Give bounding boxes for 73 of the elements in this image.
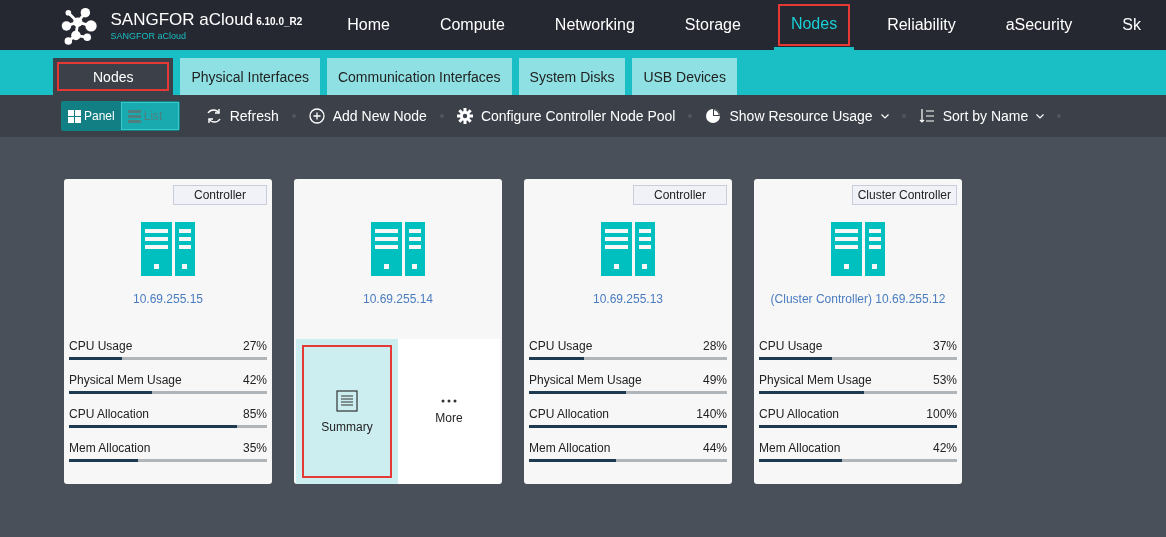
toolbar-button[interactable]: Configure Controller Node Pool xyxy=(456,108,676,124)
nav-item[interactable]: Sk xyxy=(1105,0,1158,50)
toolbar-button[interactable]: Sort by Name xyxy=(918,108,1045,124)
tab[interactable]: USB Devices xyxy=(632,58,737,95)
card-action-button[interactable]: Summary xyxy=(296,339,398,484)
nav-item[interactable]: Compute xyxy=(422,0,522,50)
stat-label: Physical Mem Usage xyxy=(529,373,642,387)
stat-value: 100% xyxy=(926,407,957,421)
stat-value: 27% xyxy=(242,339,267,353)
card-action-button[interactable]: More xyxy=(398,339,500,484)
nav-item[interactable]: Reliability xyxy=(870,0,973,50)
nav-item[interactable]: Home xyxy=(330,0,407,50)
role-badge: Cluster Controller xyxy=(851,185,957,205)
stat-value: 35% xyxy=(242,441,267,455)
node-ip-link[interactable]: 10.69.255.14 xyxy=(362,292,434,306)
sort-icon xyxy=(918,108,935,124)
list-icon xyxy=(127,109,141,123)
tab[interactable]: System Disks xyxy=(518,58,626,95)
stat-label: CPU Usage xyxy=(69,339,133,353)
toolbar-button[interactable]: Refresh xyxy=(205,108,279,124)
stat-value: 28% xyxy=(702,339,727,353)
node-ip-link[interactable]: 10.69.255.15 xyxy=(132,292,204,306)
app-subtitle: SANGFOR aCloud xyxy=(110,30,187,41)
plus-icon xyxy=(308,108,325,124)
stat-value: 53% xyxy=(932,373,957,387)
pie-chart-icon xyxy=(705,108,722,124)
stat-value: 42% xyxy=(242,373,267,387)
server-icon xyxy=(371,222,425,276)
stat-label: Mem Allocation xyxy=(529,441,611,455)
stat-value: 42% xyxy=(932,441,957,455)
tab[interactable]: Nodes xyxy=(53,58,174,95)
chevron-down-icon xyxy=(880,113,889,119)
server-icon xyxy=(141,222,195,276)
tab[interactable]: Physical Interfaces xyxy=(180,58,320,95)
stat-label: CPU Allocation xyxy=(69,407,150,421)
role-badge: Controller xyxy=(173,185,267,205)
node-card[interactable]: Cluster Controller (Cluster Controller) 10.69.255.12 CPU Usage 37% Physical Mem Usage 53% CPU Allocation 100% Mem Allocation 42% xyxy=(754,179,962,484)
stat-label: CPU Allocation xyxy=(759,407,840,421)
chevron-down-icon xyxy=(1036,113,1045,119)
nav-item[interactable]: aSecurity xyxy=(988,0,1090,50)
stat-value: 49% xyxy=(702,373,727,387)
view-toggle-button[interactable]: Panel xyxy=(62,102,121,130)
server-icon xyxy=(831,222,885,276)
stat-value: 44% xyxy=(702,441,727,455)
node-card[interactable]: Controller 10.69.255.13 CPU Usage 28% Physical Mem Usage 49% CPU Allocation 140% Mem Allocation 44% xyxy=(524,179,732,484)
node-ip-link[interactable]: (Cluster Controller) 10.69.255.12 xyxy=(770,292,946,306)
refresh-icon xyxy=(205,108,222,124)
ellipsis-icon xyxy=(441,398,457,403)
toolbar-button[interactable]: Show Resource Usage xyxy=(705,108,889,124)
toolbar-button[interactable]: Add New Node xyxy=(308,108,427,124)
app-title: SANGFOR aCloud xyxy=(110,9,254,29)
stat-label: CPU Usage xyxy=(529,339,593,353)
stat-label: Physical Mem Usage xyxy=(759,373,872,387)
nav-item[interactable]: Storage xyxy=(667,0,758,50)
settings-icon xyxy=(456,108,473,124)
node-ip-link[interactable]: 10.69.255.13 xyxy=(592,292,664,306)
stat-value: 37% xyxy=(932,339,957,353)
node-card[interactable]: 10.69.255.14 Summary More xyxy=(294,179,502,484)
grid-icon xyxy=(68,109,81,123)
tab[interactable]: Communication Interfaces xyxy=(326,58,512,95)
stat-value: 140% xyxy=(696,407,727,421)
role-badge: Controller xyxy=(633,185,727,205)
stat-value: 85% xyxy=(242,407,267,421)
stat-label: CPU Usage xyxy=(759,339,823,353)
stat-label: Mem Allocation xyxy=(759,441,841,455)
stat-label: Physical Mem Usage xyxy=(69,373,182,387)
version-label: 6.10.0_R2 xyxy=(256,15,303,27)
stat-label: Mem Allocation xyxy=(69,441,151,455)
document-icon xyxy=(336,389,358,412)
server-icon xyxy=(601,222,655,276)
stat-label: CPU Allocation xyxy=(529,407,610,421)
node-card[interactable]: Controller 10.69.255.15 CPU Usage 27% Physical Mem Usage 42% CPU Allocation 85% Mem Allocation 35% xyxy=(64,179,272,484)
nav-item[interactable]: Networking xyxy=(537,0,652,50)
